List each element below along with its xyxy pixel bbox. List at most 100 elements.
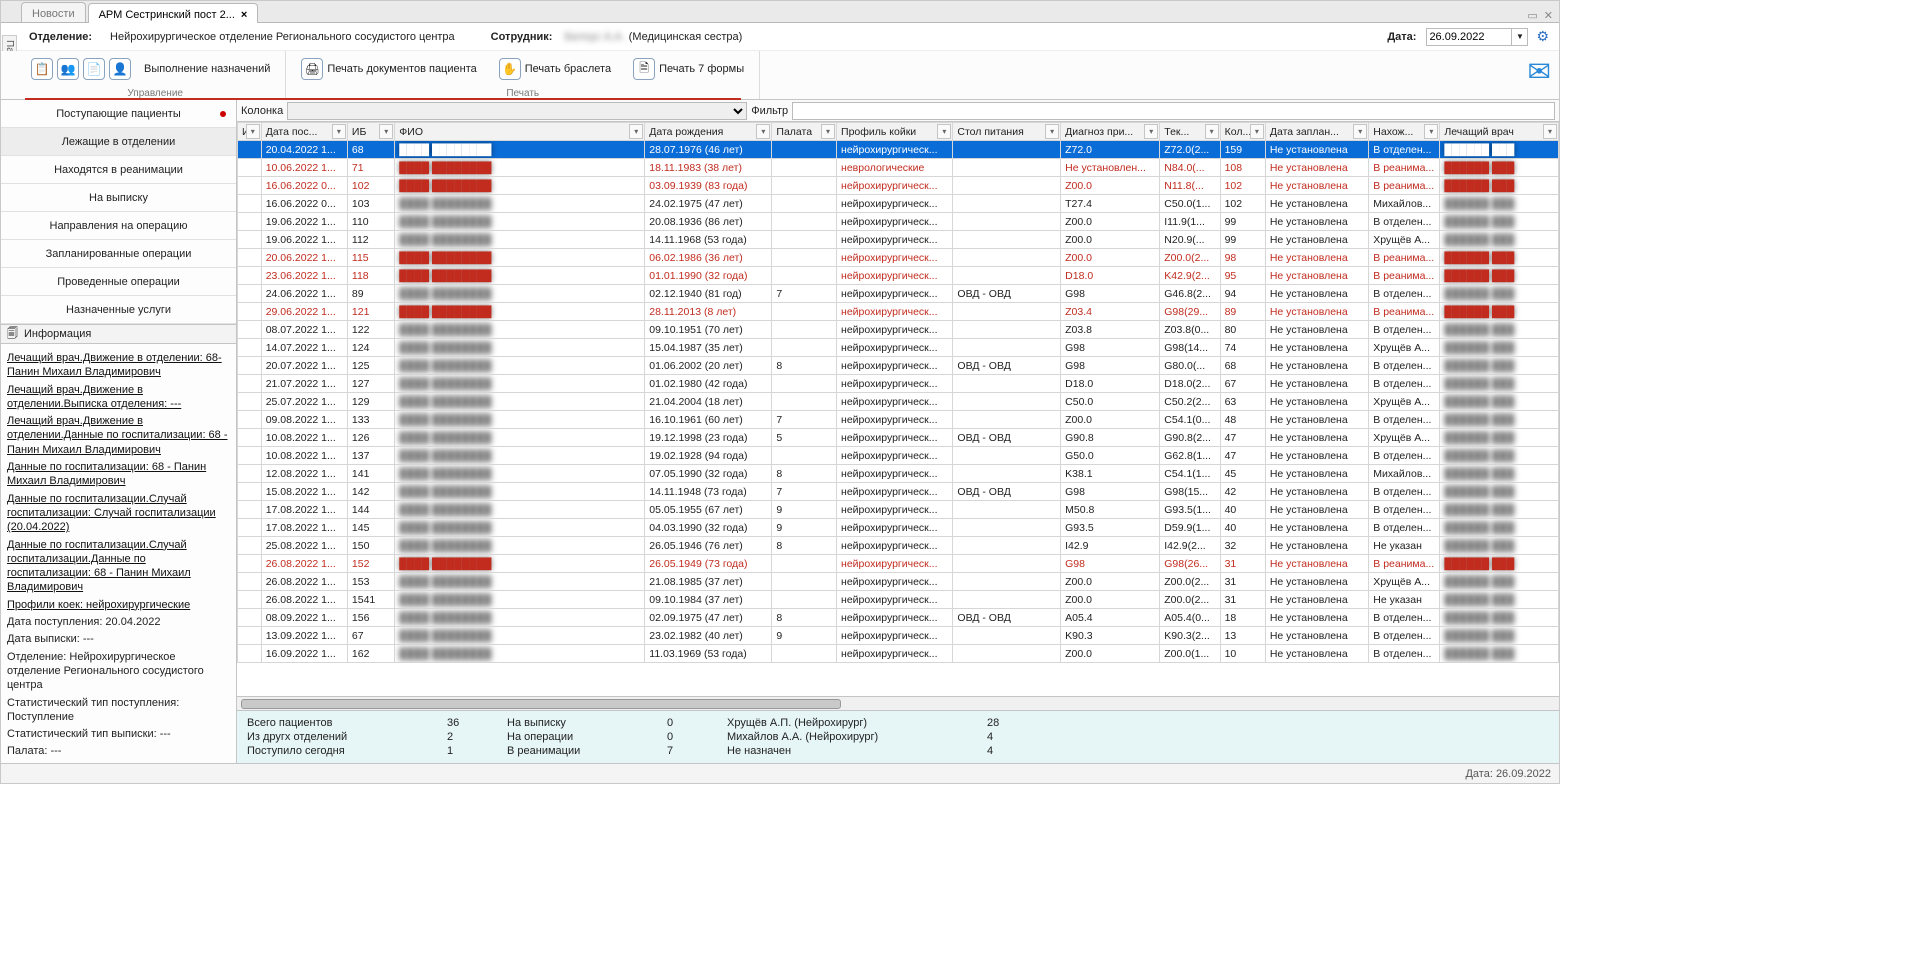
table-row[interactable]: 17.08.2022 1...145████ ████████04.03.199… [238, 519, 1559, 537]
table-row[interactable]: 08.07.2022 1...122████ ████████09.10.195… [238, 321, 1559, 339]
table-row[interactable]: 26.08.2022 1...153████ ████████21.08.198… [238, 573, 1559, 591]
table-row[interactable]: 16.06.2022 0...102████ ████████03.09.193… [238, 177, 1559, 195]
column-header[interactable]: Дата рождения▾ [645, 123, 772, 141]
column-filter-icon[interactable]: ▾ [1250, 124, 1264, 139]
info-link[interactable]: Лечащий врач.Движение в отделении.Данные… [7, 415, 228, 456]
staff-role: (Медицинская сестра) [629, 31, 743, 43]
table-row[interactable]: 12.08.2022 1...141████ ████████07.05.199… [238, 465, 1559, 483]
nav-item-6[interactable]: Проведенные операции [1, 268, 236, 296]
column-header[interactable]: Тек...▾ [1160, 123, 1220, 141]
table-row[interactable]: 20.06.2022 1...115████ ████████06.02.198… [238, 249, 1559, 267]
info-link[interactable]: Данные по госпитализации: 68 - Панин Мих… [7, 461, 206, 487]
tab-arm[interactable]: АРМ Сестринский пост 2... × [88, 3, 259, 23]
print-docs-button[interactable]: 🖨Печать документов пациента [292, 53, 485, 85]
column-filter-icon[interactable]: ▾ [1144, 124, 1158, 139]
horizontal-scrollbar[interactable] [237, 696, 1559, 710]
table-row[interactable]: 25.08.2022 1...150████ ████████26.05.194… [238, 537, 1559, 555]
table-row[interactable]: 08.09.2022 1...156████ ████████02.09.197… [238, 609, 1559, 627]
nav-item-0[interactable]: Поступающие пациенты [1, 100, 236, 128]
column-select[interactable] [287, 102, 747, 120]
column-header[interactable]: Дата заплан...▾ [1265, 123, 1368, 141]
action-icon-2[interactable]: 👥 [57, 58, 79, 80]
table-row[interactable]: 29.06.2022 1...121████ ████████28.11.201… [238, 303, 1559, 321]
column-filter-icon[interactable]: ▾ [379, 124, 393, 139]
table-row[interactable]: 20.04.2022 1...68████ ████████28.07.1976… [238, 141, 1559, 159]
column-header[interactable]: Палата▾ [772, 123, 837, 141]
table-row[interactable]: 13.09.2022 1...67████ ████████23.02.1982… [238, 627, 1559, 645]
info-link[interactable]: Данные по госпитализации.Случай госпитал… [7, 493, 216, 534]
table-row[interactable]: 23.06.2022 1...118████ ████████01.01.199… [238, 267, 1559, 285]
nav-item-7[interactable]: Назначенные услуги [1, 296, 236, 324]
cell [238, 285, 262, 303]
table-row[interactable]: 10.06.2022 1...71████ ████████18.11.1983… [238, 159, 1559, 177]
column-filter-icon[interactable]: ▾ [756, 124, 770, 139]
table-row[interactable]: 15.08.2022 1...142████ ████████14.11.194… [238, 483, 1559, 501]
cell: Не указан [1369, 591, 1440, 609]
table-row[interactable]: 24.06.2022 1...89████ ████████02.12.1940… [238, 285, 1559, 303]
table-row[interactable]: 16.09.2022 1...162████ ████████11.03.196… [238, 645, 1559, 663]
close-window-icon[interactable]: ✕ [1544, 9, 1553, 22]
column-filter-icon[interactable]: ▾ [1424, 124, 1438, 139]
column-filter-icon[interactable]: ▾ [937, 124, 951, 139]
table-row[interactable]: 19.06.2022 1...112████ ████████14.11.196… [238, 231, 1559, 249]
table-row[interactable]: 19.06.2022 1...110████ ████████20.08.193… [238, 213, 1559, 231]
settings-gear-icon[interactable]: ⚙ [1536, 28, 1549, 45]
column-filter-icon[interactable]: ▾ [332, 124, 346, 139]
table-row[interactable]: 10.08.2022 1...126████ ████████19.12.199… [238, 429, 1559, 447]
column-header[interactable]: ФИО▾ [395, 123, 645, 141]
nav-item-5[interactable]: Запланированные операции [1, 240, 236, 268]
column-header[interactable]: И▾ [238, 123, 262, 141]
column-header[interactable]: Дата пос...▾ [261, 123, 347, 141]
cell: ████ ████████ [395, 411, 645, 429]
table-row[interactable]: 14.07.2022 1...124████ ████████15.04.198… [238, 339, 1559, 357]
print-form7-button[interactable]: 🗎Печать 7 формы [624, 53, 753, 85]
info-link[interactable]: Профили коек: нейрохирургические [7, 599, 190, 611]
table-row[interactable]: 25.07.2022 1...129████ ████████21.04.200… [238, 393, 1559, 411]
action-icon-3[interactable]: 📄 [83, 58, 105, 80]
column-header[interactable]: Нахож...▾ [1369, 123, 1440, 141]
column-filter-icon[interactable]: ▾ [246, 124, 260, 139]
column-header[interactable]: Стол питания▾ [953, 123, 1061, 141]
info-link[interactable]: Лечащий врач.Движение в отделении: 68-Па… [7, 352, 222, 378]
info-link[interactable]: Данные по госпитализации.Случай госпитал… [7, 539, 191, 594]
summary-cell: 2 [447, 731, 507, 743]
column-header[interactable]: Диагноз при...▾ [1061, 123, 1160, 141]
filter-input[interactable] [792, 102, 1555, 120]
column-filter-icon[interactable]: ▾ [1205, 124, 1219, 139]
table-row[interactable]: 20.07.2022 1...125████ ████████01.06.200… [238, 357, 1559, 375]
restore-window-icon[interactable]: ▭ [1527, 9, 1537, 22]
table-row[interactable]: 21.07.2022 1...127████ ████████01.02.198… [238, 375, 1559, 393]
nav-item-4[interactable]: Направления на операцию [1, 212, 236, 240]
column-header[interactable]: ИБ▾ [347, 123, 394, 141]
table-row[interactable]: 09.08.2022 1...133████ ████████16.10.196… [238, 411, 1559, 429]
tab-news[interactable]: Новости [21, 2, 86, 22]
column-header[interactable]: Кол...▾ [1220, 123, 1265, 141]
nav-item-2[interactable]: Находятся в реанимации [1, 156, 236, 184]
tab-close-icon[interactable]: × [241, 9, 247, 21]
column-header[interactable]: Профиль койки▾ [837, 123, 953, 141]
column-filter-icon[interactable]: ▾ [1543, 124, 1557, 139]
grid-scroll[interactable]: И▾Дата пос...▾ИБ▾ФИО▾Дата рождения▾Палат… [237, 122, 1559, 696]
info-link[interactable]: Лечащий врач.Движение в отделении.Выписк… [7, 384, 181, 410]
column-filter-icon[interactable]: ▾ [821, 124, 835, 139]
action-icon-1[interactable]: 📋 [31, 58, 53, 80]
table-row[interactable]: 26.08.2022 1...152████ ████████26.05.194… [238, 555, 1559, 573]
print-bracelet-button[interactable]: ✋Печать браслета [490, 53, 620, 85]
column-filter-icon[interactable]: ▾ [1045, 124, 1059, 139]
nav-item-1[interactable]: Лежащие в отделении [1, 128, 236, 156]
date-input[interactable] [1426, 28, 1512, 46]
column-filter-icon[interactable]: ▾ [1353, 124, 1367, 139]
table-row[interactable]: 10.08.2022 1...137████ ████████19.02.192… [238, 447, 1559, 465]
date-dropdown-icon[interactable]: ▼ [1512, 28, 1528, 46]
column-filter-icon[interactable]: ▾ [629, 124, 643, 139]
mail-icon[interactable]: ✉ [1528, 55, 1551, 88]
table-row[interactable]: 26.08.2022 1...1541████ ████████09.10.19… [238, 591, 1559, 609]
info-line: Лечащий врач.Движение в отделении.Выписк… [7, 383, 230, 412]
info-line: Статистический тип поступления: Поступле… [7, 696, 230, 725]
table-row[interactable]: 17.08.2022 1...144████ ████████05.05.195… [238, 501, 1559, 519]
table-row[interactable]: 16.06.2022 0...103████ ████████24.02.197… [238, 195, 1559, 213]
nav-item-3[interactable]: На выписку [1, 184, 236, 212]
column-header[interactable]: Лечащий врач▾ [1440, 123, 1559, 141]
action-icon-4[interactable]: 👤 [109, 58, 131, 80]
assignments-button[interactable]: Выполнение назначений [135, 58, 279, 80]
